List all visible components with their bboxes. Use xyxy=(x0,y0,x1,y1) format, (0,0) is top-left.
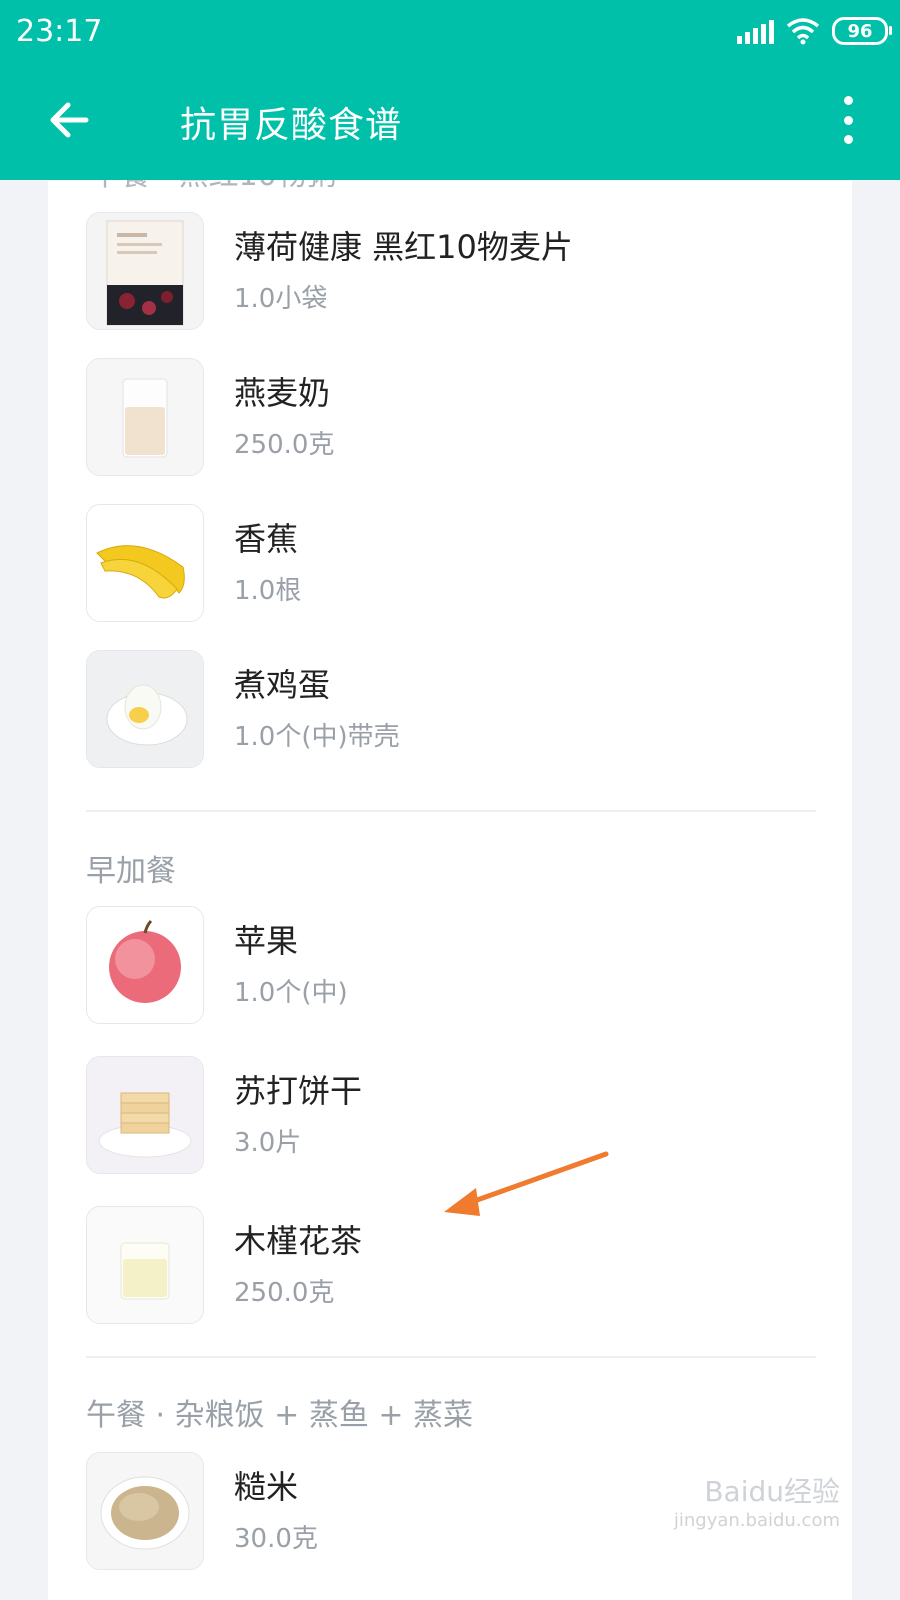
food-thumbnail xyxy=(86,650,204,768)
status-time: 23:17 xyxy=(16,14,103,49)
food-thumbnail xyxy=(86,358,204,476)
status-icons: 96 xyxy=(737,14,892,48)
watermark: Baidu经验 jingyan.baidu.com xyxy=(674,1470,840,1531)
section-divider xyxy=(86,810,816,812)
more-dot-icon xyxy=(843,96,853,105)
food-name: 糙米 xyxy=(234,1468,299,1506)
watermark-url: jingyan.baidu.com xyxy=(673,1510,840,1531)
food-thumbnail xyxy=(86,504,204,622)
food-thumbnail xyxy=(86,1056,204,1174)
food-amount: 30.0克 xyxy=(234,1524,318,1554)
food-thumbnail xyxy=(86,1452,204,1570)
food-thumbnail xyxy=(86,212,204,330)
food-name: 煮鸡蛋 xyxy=(234,666,331,704)
page-title: 抗胃反酸食谱 xyxy=(180,105,403,146)
food-item[interactable]: 燕麦奶 250.0克 xyxy=(86,358,786,478)
food-amount: 1.0个(中)带壳 xyxy=(234,722,400,752)
food-name: 苏打饼干 xyxy=(234,1072,363,1110)
app-header: 23:17 96 抗胃反酸食谱 xyxy=(0,0,900,180)
food-name: 燕麦奶 xyxy=(234,374,331,412)
food-item[interactable]: 苏打饼干 3.0片 xyxy=(86,1056,786,1176)
food-name: 木槿花茶 xyxy=(234,1222,363,1260)
food-name: 苹果 xyxy=(234,922,299,960)
food-item[interactable]: 木槿花茶 250.0克 xyxy=(86,1206,786,1326)
wifi-icon xyxy=(786,18,820,45)
more-dot-icon xyxy=(843,115,853,125)
food-amount: 1.0根 xyxy=(234,576,302,606)
annotation-arrow-icon xyxy=(444,1151,609,1216)
section-divider xyxy=(86,1356,816,1358)
back-arrow-icon xyxy=(50,102,89,138)
battery-icon: 96 xyxy=(832,17,892,45)
more-dot-icon xyxy=(843,135,853,144)
food-amount: 250.0克 xyxy=(234,430,335,460)
section-title: 午餐 · 杂粮饭 + 蒸鱼 + 蒸菜 xyxy=(86,1398,474,1433)
food-amount: 1.0个(中) xyxy=(234,978,348,1008)
food-name: 香蕉 xyxy=(234,520,299,558)
watermark-logo: Baidu经验 xyxy=(704,1475,840,1508)
food-thumbnail xyxy=(86,1206,204,1324)
section-title: 早加餐 xyxy=(86,854,176,889)
food-item[interactable]: 薄荷健康 黑红10物麦片 1.0小袋 xyxy=(86,212,786,332)
food-amount: 1.0小袋 xyxy=(234,284,328,314)
signal-icon xyxy=(737,18,774,44)
food-amount: 250.0克 xyxy=(234,1278,335,1308)
food-name: 薄荷健康 黑红10物麦片 xyxy=(234,228,573,266)
back-button[interactable] xyxy=(44,95,94,145)
food-item[interactable]: 香蕉 1.0根 xyxy=(86,504,786,624)
food-item[interactable]: 苹果 1.0个(中) xyxy=(86,906,786,1026)
food-amount: 3.0片 xyxy=(234,1128,302,1158)
more-options-button[interactable] xyxy=(836,96,860,144)
food-item[interactable]: 煮鸡蛋 1.0个(中)带壳 xyxy=(86,650,786,770)
food-thumbnail xyxy=(86,906,204,1024)
